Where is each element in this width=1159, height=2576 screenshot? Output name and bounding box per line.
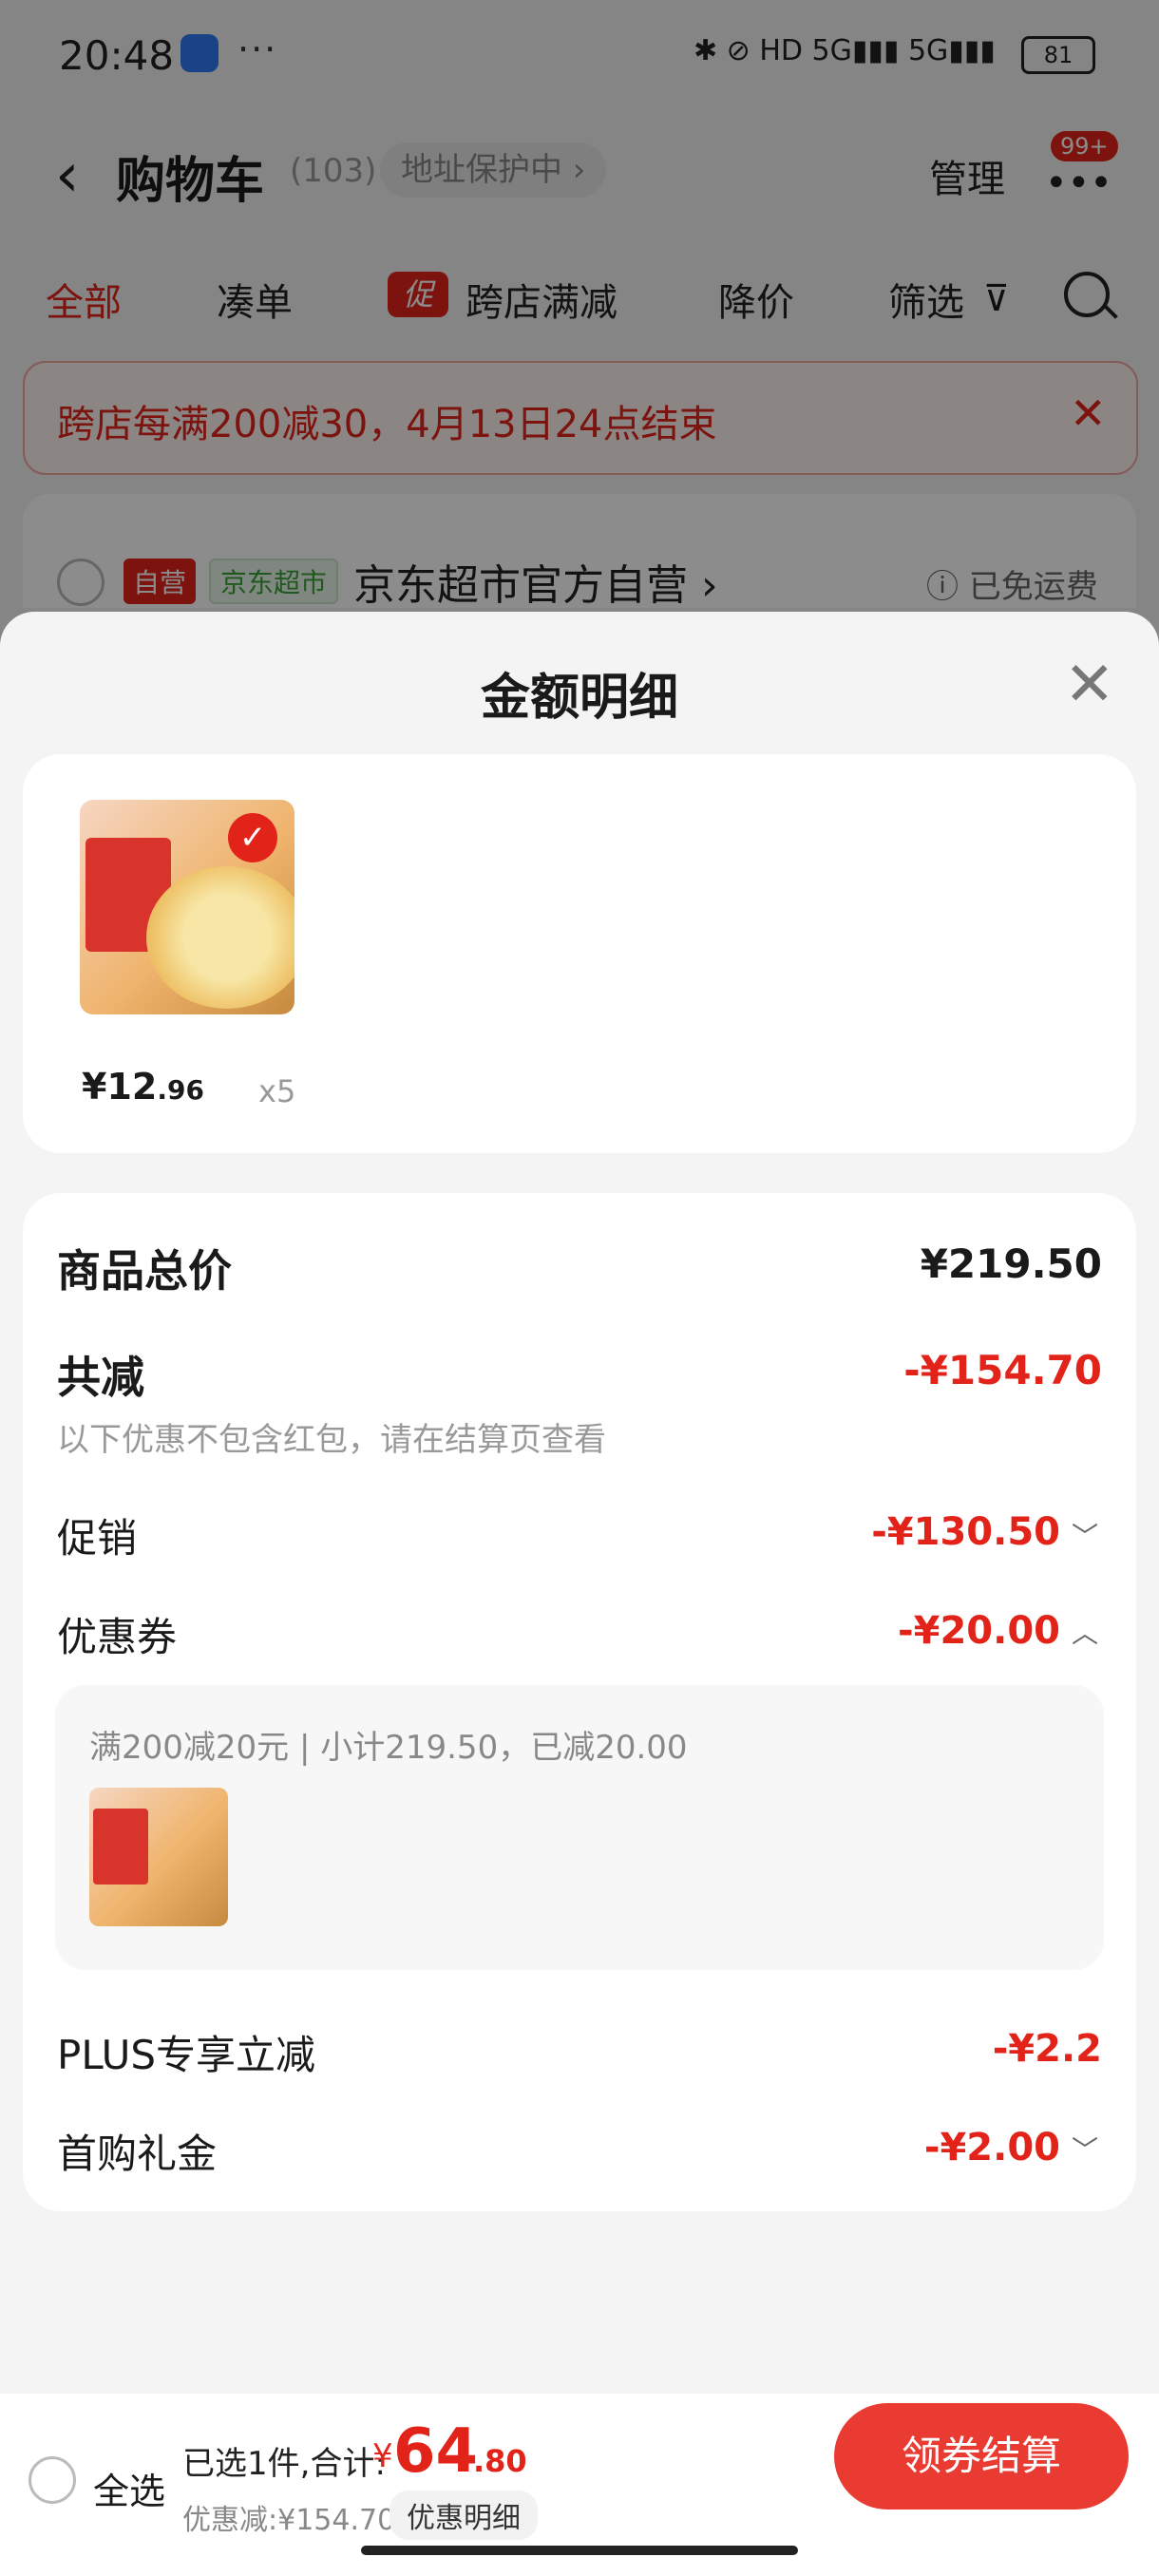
promo-label: 促销 — [57, 1515, 138, 1562]
total-decimal: .80 — [473, 2443, 527, 2479]
coupon-detail: 满200减20元 | 小计219.50，已减20.00 — [55, 1685, 1104, 1970]
plus-label: PLUS专享立减 — [57, 2032, 316, 2078]
product-image[interactable]: ✓ — [80, 800, 294, 1014]
reduce-label: 共减 — [57, 1352, 144, 1403]
selected-info: 已选1件,合计: — [182, 2445, 386, 2483]
total-value: ¥219.50 — [920, 1241, 1102, 1287]
plus-value: -¥2.2 — [992, 2027, 1102, 2071]
product-quantity: x5 — [258, 1073, 296, 1109]
product-card: ✓ ¥12.96 x5 — [23, 754, 1136, 1153]
checkout-button[interactable]: 领券结算 — [834, 2403, 1129, 2510]
coupon-value[interactable]: -¥20.00 — [898, 1609, 1060, 1653]
discount-summary: 优惠减:¥154.70 — [182, 2504, 396, 2537]
first-purchase-value[interactable]: -¥2.00 — [924, 2126, 1060, 2169]
total-label: 商品总价 — [57, 1245, 232, 1297]
close-icon[interactable]: ✕ — [1064, 650, 1115, 720]
promo-value[interactable]: -¥130.50 — [871, 1510, 1060, 1554]
home-indicator[interactable] — [361, 2546, 798, 2555]
reduce-value: -¥154.70 — [903, 1347, 1102, 1393]
reduce-note: 以下优惠不包含红包，请在结算页查看 — [57, 1421, 606, 1459]
chevron-up-icon[interactable]: ︿ — [1072, 1613, 1098, 1651]
chevron-down-icon[interactable]: ﹀ — [1072, 2130, 1098, 2168]
check-icon: ✓ — [228, 813, 277, 862]
total-amount: 64 — [393, 2416, 479, 2487]
coupon-detail-text: 满200减20元 | 小计219.50，已减20.00 — [89, 1729, 688, 1767]
coupon-product-image — [89, 1788, 228, 1926]
select-all-label[interactable]: 全选 — [93, 2462, 165, 2514]
currency-symbol: ¥ — [372, 2437, 393, 2475]
first-purchase-label: 首购礼金 — [57, 2131, 218, 2177]
amount-detail-sheet: 金额明细 ✕ ✓ ¥12.96 x5 商品总价 ¥219.50 共减 -¥154… — [0, 612, 1159, 2576]
select-all-checkbox[interactable] — [28, 2456, 76, 2504]
amount-summary-card: 商品总价 ¥219.50 共减 -¥154.70 以下优惠不包含红包，请在结算页… — [23, 1193, 1136, 2211]
chevron-down-icon[interactable]: ﹀ — [1072, 1516, 1098, 1554]
sheet-title: 金额明细 — [480, 670, 678, 727]
product-price: ¥12.96 — [82, 1066, 204, 1108]
coupon-label: 优惠券 — [57, 1614, 178, 1660]
discount-detail-button[interactable]: 优惠明细 — [390, 2491, 538, 2540]
